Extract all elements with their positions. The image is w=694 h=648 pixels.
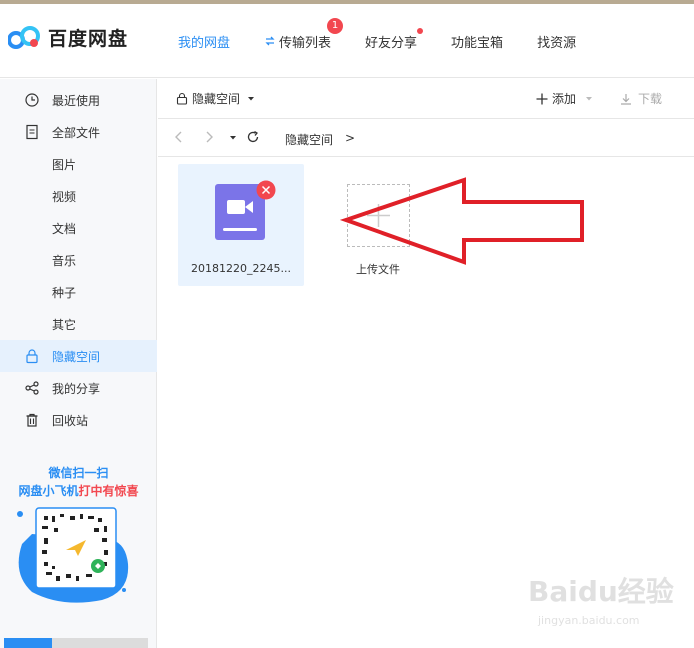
- sidebar-item-hidden-space[interactable]: 隐藏空间: [0, 340, 157, 372]
- tab-label: 传输列表: [279, 35, 332, 51]
- sidebar-item-videos[interactable]: 视频: [0, 180, 157, 212]
- tab-transfer-list[interactable]: 传输列表 1: [264, 17, 344, 51]
- tab-find-resources[interactable]: 找资源: [537, 32, 576, 51]
- path-bar: 隐藏空间 >: [158, 119, 694, 157]
- sidebar-item-all-files[interactable]: 全部文件: [0, 116, 157, 148]
- refresh-icon[interactable]: [246, 130, 260, 144]
- app-logo[interactable]: 百度网盘: [8, 24, 128, 51]
- add-button[interactable]: 添加: [536, 90, 593, 107]
- sidebar-item-label: 图片: [52, 157, 77, 172]
- watermark-url: jingyan.baidu.com: [538, 614, 640, 627]
- sidebar-item-images[interactable]: 图片: [0, 148, 157, 180]
- promo-line-2: 网盘小飞机打中有惊喜: [0, 482, 157, 499]
- watermark-brand: Baidu经验: [528, 575, 674, 608]
- baidu-netdisk-logo-icon: [8, 25, 40, 49]
- back-arrow-icon[interactable]: [174, 130, 184, 144]
- main-panel: 隐藏空间 添加 下载 隐藏空间 > 20181220_2245... 上传文件: [158, 79, 694, 648]
- breadcrumb-current[interactable]: 隐藏空间: [285, 131, 333, 148]
- sidebar-item-documents[interactable]: 文档: [0, 212, 157, 244]
- share-icon: [25, 381, 39, 395]
- tab-label: 好友分享: [365, 35, 418, 51]
- sidebar-item-recent[interactable]: 最近使用: [0, 84, 157, 116]
- trash-icon: [26, 413, 38, 427]
- qr-code-promo[interactable]: [12, 504, 132, 608]
- tab-my-netdisk[interactable]: 我的网盘: [178, 32, 230, 51]
- hidden-space-dropdown[interactable]: 隐藏空间: [176, 90, 255, 107]
- promo-text: 网盘小飞机: [18, 484, 79, 498]
- sidebar-item-torrents[interactable]: 种子: [0, 276, 157, 308]
- clock-icon: [25, 93, 39, 107]
- sidebar: 最近使用 全部文件 图片 视频 文档 音乐 种子 其它 隐藏空间 我的分享 回收…: [0, 79, 157, 648]
- notification-dot: [417, 27, 424, 34]
- sidebar-item-label: 种子: [52, 285, 77, 300]
- plus-icon: [536, 93, 548, 104]
- lock-icon: [176, 92, 188, 105]
- tab-label: 我的网盘: [178, 35, 231, 51]
- toolbar: 隐藏空间 添加 下载: [158, 79, 694, 119]
- transfer-icon: [265, 36, 275, 46]
- sidebar-item-label: 音乐: [52, 253, 77, 268]
- forward-arrow-icon[interactable]: [204, 130, 214, 144]
- transfer-badge: 1: [327, 17, 344, 34]
- tab-label: 功能宝箱: [451, 35, 504, 51]
- add-label: 添加: [552, 92, 577, 106]
- baidu-jingyan-watermark: Baidu经验 jingyan.baidu.com: [528, 570, 688, 640]
- download-button[interactable]: 下载: [620, 90, 662, 107]
- file-item[interactable]: 20181220_2245...: [178, 164, 304, 286]
- tab-friend-share[interactable]: 好友分享: [365, 27, 424, 51]
- tab-feature-box[interactable]: 功能宝箱: [451, 32, 503, 51]
- file-name: 20181220_2245...: [191, 262, 291, 275]
- caret-down-icon: [248, 96, 255, 100]
- app-name: 百度网盘: [48, 28, 129, 50]
- sidebar-item-label: 隐藏空间: [52, 349, 101, 364]
- tab-label: 找资源: [537, 35, 577, 51]
- download-icon: [621, 93, 631, 105]
- history-caret-icon[interactable]: [229, 135, 237, 141]
- promo-line-1: 微信扫一扫: [48, 466, 109, 480]
- sidebar-item-label: 我的分享: [52, 381, 101, 396]
- remove-badge-icon[interactable]: [256, 180, 276, 200]
- file-icon: [26, 124, 38, 140]
- download-label: 下载: [638, 92, 663, 106]
- folder-label: 隐藏空间: [192, 92, 241, 106]
- sidebar-item-other[interactable]: 其它: [0, 308, 157, 340]
- sidebar-item-label: 其它: [52, 317, 77, 332]
- lock-icon: [26, 349, 38, 364]
- sidebar-item-recycle-bin[interactable]: 回收站: [0, 404, 157, 436]
- caret-down-icon: [586, 96, 593, 100]
- sidebar-item-music[interactable]: 音乐: [0, 244, 157, 276]
- sidebar-item-label: 全部文件: [52, 125, 101, 140]
- breadcrumb-separator: >: [345, 131, 356, 145]
- annotation-arrow-icon: [340, 177, 584, 265]
- sidebar-item-label: 最近使用: [52, 93, 101, 108]
- sidebar-item-label: 文档: [52, 221, 77, 236]
- promo-highlight: 打中有惊喜: [78, 484, 139, 498]
- sidebar-item-my-shares[interactable]: 我的分享: [0, 372, 157, 404]
- sidebar-item-label: 视频: [52, 189, 77, 204]
- header: 百度网盘 我的网盘 传输列表 1 好友分享 功能宝箱 找资源: [0, 4, 694, 78]
- main-nav: 我的网盘 传输列表 1 好友分享 功能宝箱 找资源: [160, 4, 610, 78]
- sidebar-scrollbar-thumb[interactable]: [4, 638, 52, 648]
- sidebar-item-label: 回收站: [52, 413, 89, 428]
